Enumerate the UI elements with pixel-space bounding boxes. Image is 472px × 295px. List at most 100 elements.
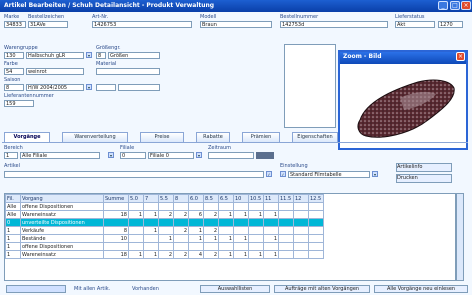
lookup-icon[interactable]: ▾	[108, 152, 114, 158]
grid-cell	[173, 202, 189, 211]
neu-einlesen-button[interactable]: Alle Vorgänge neu einlesen	[374, 285, 468, 293]
bestellzeichen-field[interactable]: 31AVe	[28, 21, 68, 28]
grid-cell	[158, 242, 174, 251]
warengruppe-code-field[interactable]: 130	[4, 52, 24, 59]
tab-praemien[interactable]: Prämien	[242, 132, 280, 142]
saison-label: Saison	[4, 77, 21, 83]
navigation-buttons[interactable]	[6, 285, 66, 293]
grid-header-cell[interactable]: 10.5	[248, 194, 264, 203]
bereich-field[interactable]: Alle Filiale	[20, 152, 100, 159]
drucken-button[interactable]: Drucken	[396, 174, 452, 183]
grid-cell	[308, 226, 324, 235]
grid-header-cell[interactable]: 11	[263, 194, 279, 203]
filiale-code-field[interactable]: 0	[120, 152, 146, 159]
table-row[interactable]: Alle Wareneinsatz 18 1 1 2 2 6 2 1 1 1 1	[5, 210, 324, 219]
checkbox-icon[interactable]: ✓	[280, 171, 286, 177]
extra-field[interactable]	[96, 84, 116, 91]
grid-cell	[263, 242, 279, 251]
grid-header-cell[interactable]: 8.5	[203, 194, 219, 203]
checkbox-icon[interactable]: ✓	[266, 171, 272, 177]
table-row[interactable]: 0 unverteilte Dispositionen	[5, 218, 324, 227]
lookup-icon[interactable]: ▾	[196, 152, 202, 158]
maximize-icon[interactable]: □	[450, 1, 460, 10]
grid-header-cell[interactable]: 10	[233, 194, 249, 203]
vorgaenge-grid[interactable]: Fil. Vorgang Summe 5.0 7 5.5 8 6.0 8.5 6.5 10 10.5 1…	[4, 193, 456, 281]
table-row[interactable]: 1 offene Dispositionen	[5, 242, 324, 251]
close-icon[interactable]: ×	[461, 1, 471, 10]
grid-cell	[308, 250, 324, 259]
grid-header-cell[interactable]: 7	[143, 194, 159, 203]
tab-divider	[2, 142, 468, 143]
lieferant-field[interactable]: 159	[4, 100, 34, 107]
grid-cell: 1	[218, 234, 234, 243]
tab-rabatte[interactable]: Rabatte	[196, 132, 230, 142]
grid-cell	[233, 226, 249, 235]
close-icon[interactable]: ×	[456, 52, 465, 61]
table-row[interactable]: 1 Wareneinsatz 18 1 1 2 2 4 2 1 1 1 1	[5, 250, 324, 259]
grid-header-cell[interactable]: 5.0	[128, 194, 144, 203]
warengruppe-field[interactable]: Halbschuh gLR	[26, 52, 84, 59]
grid-cell	[188, 242, 204, 251]
grid-body: Alle offene Dispositionen Alle Wareneinsatz…	[5, 202, 324, 259]
status-field[interactable]: Akt	[395, 21, 435, 28]
date-picker-button[interactable]	[256, 152, 274, 159]
groessen-code-field[interactable]: 8	[96, 52, 106, 59]
grid-cell: 1	[128, 250, 144, 259]
tab-warenverteilung[interactable]: Warenverteilung	[62, 132, 128, 142]
filiale-field[interactable]: Filiale 0	[148, 152, 194, 159]
grid-header-cell[interactable]: 11.5	[278, 194, 294, 203]
artikelinfo-button[interactable]: Artikelinfo	[396, 163, 452, 172]
vertical-scrollbar[interactable]	[456, 193, 464, 281]
grid-cell: 2	[203, 250, 219, 259]
grid-cell: 2	[158, 210, 174, 219]
dropdown-icon[interactable]: ▾	[372, 171, 378, 177]
saison-field[interactable]: H/W 2004/2005	[26, 84, 84, 91]
lookup-icon[interactable]: ▾	[86, 52, 92, 58]
artnr-field[interactable]: 1426753	[92, 21, 192, 28]
tab-eigenschaften[interactable]: Eigenschaften	[292, 132, 338, 142]
grid-cell	[143, 234, 159, 243]
notes-area[interactable]	[284, 44, 336, 128]
grid-cell	[278, 242, 294, 251]
extra-field[interactable]	[118, 84, 160, 91]
alte-vorgaenge-button[interactable]: Aufträge mit alten Vorgängen	[274, 285, 370, 293]
farbe-code-field[interactable]: 54	[4, 68, 24, 75]
grid-cell	[293, 234, 309, 243]
table-row[interactable]: 1 Verkäufe 8 1 2 1 2	[5, 226, 324, 235]
status-code-field[interactable]: 1270	[438, 21, 463, 28]
grid-header-cell[interactable]: Summe	[103, 194, 129, 203]
grid-header-cell[interactable]: 6.5	[218, 194, 234, 203]
minimize-icon[interactable]: _	[438, 1, 448, 10]
table-row[interactable]: Alle offene Dispositionen	[5, 202, 324, 211]
bereich-code-field[interactable]: 1	[4, 152, 18, 159]
grid-header-cell[interactable]: 5.5	[158, 194, 174, 203]
grid-header-cell[interactable]: 8	[173, 194, 189, 203]
modell-field[interactable]: Braun	[200, 21, 272, 28]
material-field[interactable]	[96, 68, 160, 75]
lookup-icon[interactable]: ▾	[86, 84, 92, 90]
grid-header-cell[interactable]: 12.5	[308, 194, 324, 203]
bestellnummer-field[interactable]: 142753d	[280, 21, 388, 28]
grid-cell	[128, 242, 144, 251]
saison-code-field[interactable]: 8	[4, 84, 24, 91]
einstellung-field[interactable]: Standard Filmtabelle	[288, 171, 370, 178]
grid-cell: 1	[233, 210, 249, 219]
auswahllisten-button[interactable]: Auswahllisten	[200, 285, 270, 293]
tab-preise[interactable]: Preise	[140, 132, 184, 142]
grid-cell: Bestände	[20, 234, 104, 243]
grid-cell: offene Dispositionen	[20, 202, 104, 211]
groessen-field[interactable]: Größen	[108, 52, 160, 59]
grid-header-cell[interactable]: Fil.	[5, 194, 21, 203]
grid-cell: 1	[203, 234, 219, 243]
zeitraum-field[interactable]	[208, 152, 254, 159]
grid-header-cell[interactable]: 12	[293, 194, 309, 203]
grid-header-cell[interactable]: Vorgang	[20, 194, 104, 203]
farbe-field[interactable]: weinrot	[26, 68, 84, 75]
grid-cell	[248, 234, 264, 243]
grid-cell	[278, 218, 294, 227]
table-row[interactable]: 1 Bestände 10 1 1 1 1 1 1	[5, 234, 324, 243]
grid-cell	[293, 218, 309, 227]
artikel-field[interactable]	[4, 171, 264, 178]
marke-field[interactable]: 34833	[4, 21, 26, 28]
grid-header-cell[interactable]: 6.0	[188, 194, 204, 203]
